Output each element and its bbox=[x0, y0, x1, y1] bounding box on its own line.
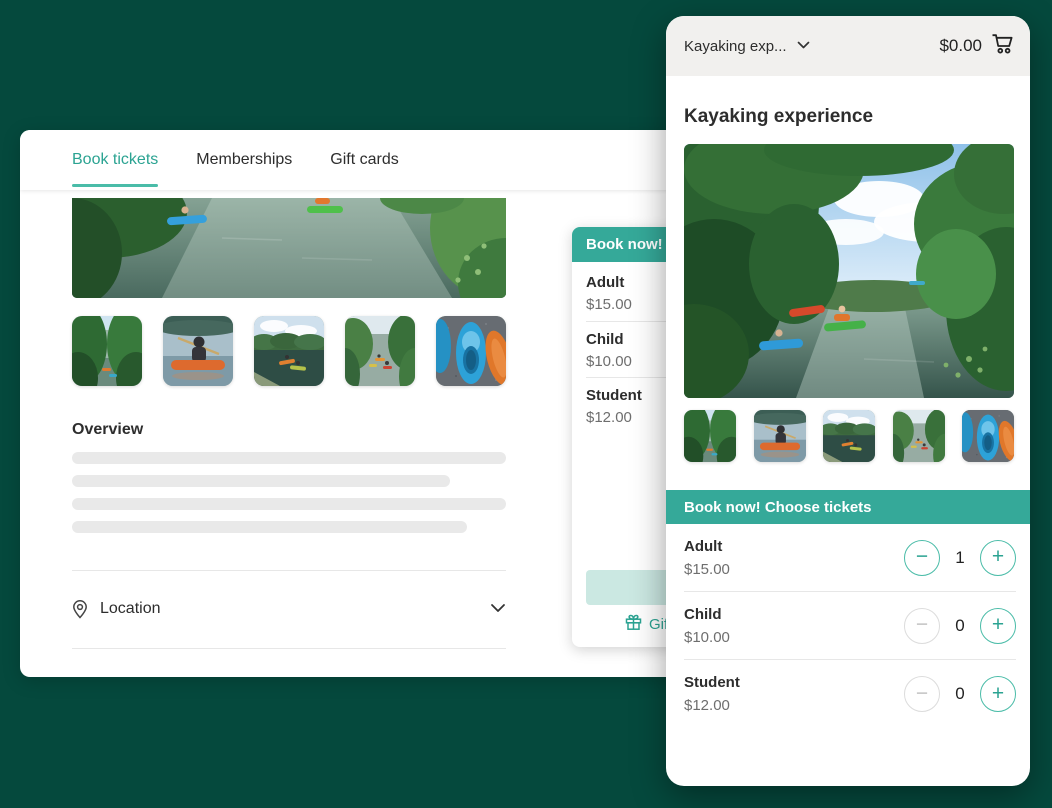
panel-header: Kayaking exp... $0.00 bbox=[666, 16, 1030, 76]
thumbnail-river[interactable] bbox=[684, 410, 736, 462]
thumbnail-kayaker[interactable] bbox=[163, 316, 233, 386]
main-photo[interactable] bbox=[72, 198, 506, 298]
ticket-price: $15.00 bbox=[684, 561, 904, 578]
tab-label: Memberships bbox=[196, 151, 292, 169]
tab-memberships[interactable]: Memberships bbox=[196, 130, 292, 190]
ticket-row-child: Child $10.00 − 0 + bbox=[684, 592, 1016, 660]
location-accordion[interactable]: Location bbox=[72, 590, 506, 628]
tab-book-tickets[interactable]: Book tickets bbox=[72, 130, 158, 190]
quantity-stepper: − 0 + bbox=[904, 608, 1016, 644]
location-label: Location bbox=[100, 600, 490, 618]
skeleton-line bbox=[72, 452, 506, 464]
ticket-list: Adult $15.00 − 1 + Child $10.00 − 0 + St… bbox=[666, 524, 1030, 728]
skeleton-line bbox=[72, 475, 450, 487]
thumbnail-lake[interactable] bbox=[254, 316, 324, 386]
cart-button[interactable]: $0.00 bbox=[939, 33, 1014, 59]
cart-icon bbox=[991, 33, 1014, 59]
thumbnail-group[interactable] bbox=[893, 410, 945, 462]
thumbnail-strip bbox=[72, 316, 506, 386]
increase-quantity-button[interactable]: + bbox=[980, 608, 1016, 644]
skeleton-line bbox=[72, 498, 506, 510]
quantity-stepper: − 0 + bbox=[904, 676, 1016, 712]
decrease-quantity-button[interactable]: − bbox=[904, 676, 940, 712]
increase-quantity-button[interactable]: + bbox=[980, 540, 1016, 576]
quantity-value: 0 bbox=[951, 684, 969, 704]
chevron-down-icon bbox=[490, 600, 506, 618]
tab-label: Gift cards bbox=[330, 151, 398, 169]
decrease-quantity-button[interactable]: − bbox=[904, 540, 940, 576]
tab-label: Book tickets bbox=[72, 151, 158, 169]
ticket-name: Student bbox=[684, 674, 904, 691]
increase-quantity-button[interactable]: + bbox=[980, 676, 1016, 712]
quantity-stepper: − 1 + bbox=[904, 540, 1016, 576]
overview-heading: Overview bbox=[72, 421, 143, 439]
skeleton-text bbox=[72, 452, 506, 544]
quantity-value: 0 bbox=[951, 616, 969, 636]
location-pin-icon bbox=[72, 600, 88, 619]
main-photo[interactable] bbox=[684, 144, 1014, 398]
decrease-quantity-button[interactable]: − bbox=[904, 608, 940, 644]
divider bbox=[72, 648, 506, 649]
cart-total: $0.00 bbox=[939, 36, 982, 56]
ticket-name: Adult bbox=[684, 538, 904, 555]
ticket-price: $10.00 bbox=[684, 629, 904, 646]
thumbnail-strip bbox=[684, 410, 1014, 462]
widget-preview-panel: Kayaking exp... $0.00 Kayaking experienc… bbox=[666, 16, 1030, 786]
product-selector[interactable]: Kayaking exp... bbox=[684, 37, 810, 55]
tab-gift-cards[interactable]: Gift cards bbox=[330, 130, 398, 190]
thumbnail-river[interactable] bbox=[72, 316, 142, 386]
experience-title: Kayaking experience bbox=[684, 106, 873, 128]
gift-icon bbox=[625, 614, 642, 635]
skeleton-line bbox=[72, 521, 467, 533]
product-selector-label: Kayaking exp... bbox=[684, 38, 787, 55]
ticket-row-adult: Adult $15.00 − 1 + bbox=[684, 524, 1016, 592]
chevron-down-icon bbox=[797, 37, 810, 55]
page-background: { "colors": { "background": "#05493D", "… bbox=[0, 0, 1052, 808]
ticket-price: $12.00 bbox=[684, 697, 904, 714]
tab-bar: Book tickets Memberships Gift cards bbox=[20, 130, 706, 190]
ticket-name: Child bbox=[684, 606, 904, 623]
thumbnail-lake[interactable] bbox=[823, 410, 875, 462]
thumbnail-group[interactable] bbox=[345, 316, 415, 386]
ticket-row-student: Student $12.00 − 0 + bbox=[684, 660, 1016, 728]
thumbnail-kayaks-topdown[interactable] bbox=[962, 410, 1014, 462]
thumbnail-kayaks-topdown[interactable] bbox=[436, 316, 506, 386]
quantity-value: 1 bbox=[951, 548, 969, 568]
divider bbox=[72, 570, 506, 571]
thumbnail-kayaker[interactable] bbox=[754, 410, 806, 462]
book-now-banner: Book now! Choose tickets bbox=[666, 490, 1030, 524]
